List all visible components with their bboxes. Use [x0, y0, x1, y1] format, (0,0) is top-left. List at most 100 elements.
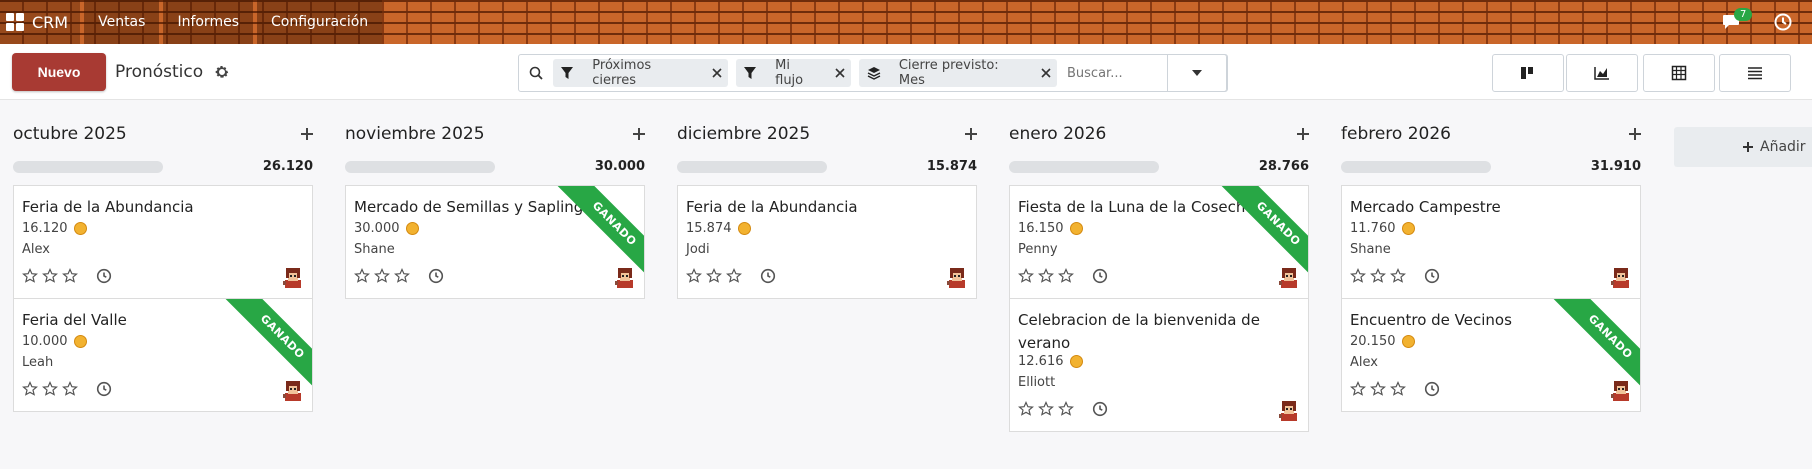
close-icon[interactable] — [830, 59, 852, 87]
facet-label: Mi flujo — [775, 58, 804, 88]
menu-configuracion[interactable]: Configuración — [257, 0, 383, 44]
activity-clock-icon[interactable] — [1424, 381, 1440, 401]
activity-clock-icon[interactable] — [1424, 268, 1440, 288]
gear-icon[interactable] — [214, 64, 230, 80]
card-salesperson: Alex — [22, 242, 50, 257]
star-icon[interactable] — [726, 268, 742, 288]
app-brand[interactable]: CRM — [0, 0, 81, 44]
star-icon[interactable] — [42, 268, 58, 288]
opportunity-card[interactable]: Encuentro de Vecinos 20.150 Alex GANADO — [1341, 298, 1641, 412]
search-options-toggle[interactable] — [1167, 54, 1227, 92]
column-add-plus-icon[interactable] — [963, 126, 979, 142]
column-progress-bar[interactable] — [677, 161, 827, 173]
card-salesperson: Shane — [354, 242, 395, 257]
star-icon[interactable] — [22, 268, 38, 288]
won-ribbon-label: GANADO — [551, 186, 644, 286]
star-icon[interactable] — [374, 268, 390, 288]
star-icon[interactable] — [62, 381, 78, 401]
star-icon[interactable] — [1058, 268, 1074, 288]
column-add-plus-icon[interactable] — [299, 126, 315, 142]
opportunity-card[interactable]: Feria del Valle 10.000 Leah GANADO — [13, 298, 313, 412]
star-icon[interactable] — [354, 268, 370, 288]
column-progress-bar[interactable] — [345, 161, 495, 173]
activity-clock-icon[interactable] — [760, 268, 776, 288]
clock-icon[interactable] — [1774, 13, 1792, 31]
pivot-view-icon — [1671, 65, 1687, 81]
card-title: Feria de la Abundancia — [686, 198, 858, 216]
card-amount: 10.000 — [22, 334, 87, 349]
opportunity-card[interactable]: Mercado de Semillas y Saplings 30.000 Shan… — [345, 185, 645, 299]
column-add-plus-icon[interactable] — [1295, 126, 1311, 142]
card-amount: 15.874 — [686, 221, 751, 236]
activity-clock-icon[interactable] — [1092, 268, 1108, 288]
chat-count-badge: 7 — [1734, 8, 1753, 21]
star-icon[interactable] — [706, 268, 722, 288]
star-icon[interactable] — [62, 268, 78, 288]
facet-mi-flujo[interactable]: Mi flujo — [735, 58, 852, 88]
card-salesperson: Penny — [1018, 242, 1058, 257]
column-cards: Mercado de Semillas y Saplings 30.000 Shan… — [345, 185, 645, 299]
activity-clock-icon[interactable] — [428, 268, 444, 288]
priority-stars — [1350, 268, 1406, 288]
priority-stars — [354, 268, 410, 288]
activity-clock-icon[interactable] — [96, 381, 112, 401]
activity-clock-icon[interactable] — [1092, 401, 1108, 421]
star-icon[interactable] — [1018, 268, 1034, 288]
coin-icon — [405, 222, 419, 235]
opportunity-card[interactable]: Feria de la Abundancia 15.874 Jodi — [677, 185, 977, 299]
star-icon[interactable] — [42, 381, 58, 401]
list-view-icon — [1748, 67, 1762, 80]
star-icon[interactable] — [1350, 381, 1366, 401]
facet-cierre-previsto[interactable]: Cierre previsto: Mes — [859, 58, 1057, 88]
won-ribbon: GANADO — [1208, 186, 1308, 286]
star-icon[interactable] — [394, 268, 410, 288]
search-icon[interactable] — [519, 55, 553, 91]
coin-icon — [1401, 222, 1415, 235]
menu-ventas[interactable]: Ventas — [84, 0, 160, 44]
star-icon[interactable] — [1370, 268, 1386, 288]
card-salesperson: Shane — [1350, 242, 1391, 257]
card-amount-value: 16.150 — [1018, 221, 1064, 236]
facet-proximos-cierres[interactable]: Próximos cierres — [552, 58, 728, 88]
list-view-button[interactable] — [1719, 54, 1791, 92]
card-amount-value: 11.760 — [1350, 221, 1396, 236]
star-icon[interactable] — [1018, 401, 1034, 421]
column-title: octubre 2025 — [13, 124, 127, 144]
star-icon[interactable] — [22, 381, 38, 401]
card-title: Feria de la Abundancia — [22, 198, 194, 216]
graph-view-button[interactable] — [1566, 54, 1638, 92]
star-icon[interactable] — [1390, 268, 1406, 288]
star-icon[interactable] — [1350, 268, 1366, 288]
star-icon[interactable] — [1390, 381, 1406, 401]
pivot-view-button[interactable] — [1643, 54, 1715, 92]
star-icon[interactable] — [1370, 381, 1386, 401]
opportunity-card[interactable]: Mercado Campestre 11.760 Shane — [1341, 185, 1641, 299]
activity-clock-icon[interactable] — [96, 268, 112, 288]
star-icon[interactable] — [1038, 401, 1054, 421]
star-icon[interactable] — [1058, 401, 1074, 421]
star-icon[interactable] — [1038, 268, 1054, 288]
close-icon[interactable] — [706, 59, 728, 87]
opportunity-card[interactable]: Celebracion de la bienvenida de verano 12… — [1009, 298, 1309, 432]
menu-informes[interactable]: Informes — [163, 0, 253, 44]
card-amount-value: 20.150 — [1350, 334, 1396, 349]
opportunity-card[interactable]: Fiesta de la Luna de la Cosecha 16.150 Pen… — [1009, 185, 1309, 299]
column-progress-bar[interactable] — [13, 161, 163, 173]
messages-button[interactable]: 7 — [1722, 8, 1753, 32]
kanban-view-button[interactable] — [1492, 54, 1564, 92]
priority-stars — [686, 268, 742, 288]
layers-icon — [859, 59, 889, 87]
new-button[interactable]: Nuevo — [12, 53, 106, 91]
column-progress-bar[interactable] — [1009, 161, 1159, 173]
star-icon[interactable] — [686, 268, 702, 288]
card-salesperson: Alex — [1350, 355, 1378, 370]
add-column-button[interactable]: Añadir — [1674, 127, 1812, 167]
column-progress-bar[interactable] — [1341, 161, 1491, 173]
caret-down-icon — [1192, 70, 1202, 76]
column-add-plus-icon[interactable] — [1627, 126, 1643, 142]
apps-icon[interactable] — [6, 13, 24, 31]
opportunity-card[interactable]: Feria de la Abundancia 16.120 Alex — [13, 185, 313, 299]
column-add-plus-icon[interactable] — [631, 126, 647, 142]
close-icon[interactable] — [1035, 59, 1057, 87]
won-ribbon: GANADO — [544, 186, 644, 286]
